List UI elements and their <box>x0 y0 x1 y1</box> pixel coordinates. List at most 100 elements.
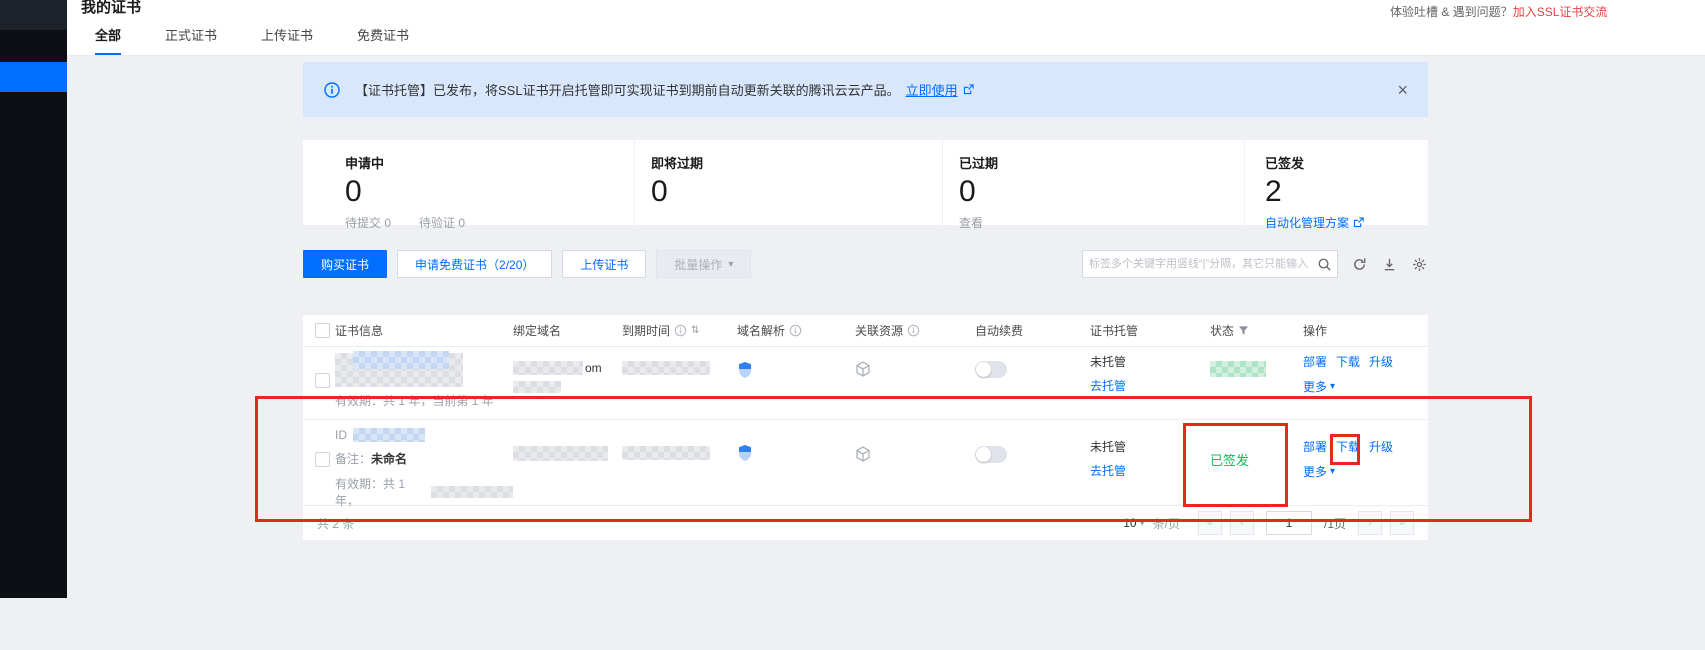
resource-cube-icon[interactable] <box>855 361 871 377</box>
stat-issued: 已签发 2 自动化管理方案 <box>1244 140 1428 231</box>
search-icon[interactable] <box>1315 255 1333 273</box>
tab-paid-certs[interactable]: 正式证书 <box>165 25 217 55</box>
sidebar-active-item[interactable] <box>0 62 67 92</box>
hosting-action-link[interactable]: 去托管 <box>1090 377 1210 394</box>
auto-renew-cell <box>975 420 1090 463</box>
auto-renew-toggle[interactable] <box>975 446 1007 463</box>
dns-shield-icon[interactable] <box>737 444 753 462</box>
dns-resolve-cell <box>737 347 855 384</box>
buy-cert-button[interactable]: 购买证书 <box>303 250 387 278</box>
row-checkbox[interactable] <box>315 373 330 388</box>
search-input[interactable] <box>1083 258 1315 270</box>
stats-panel: 申请中 0 待提交 0 待验证 0 即将过期 0 已过期 0 查看 已签发 2 … <box>303 140 1428 225</box>
toolbar: 购买证书 申请免费证书（2/20） 上传证书 批量操作 ▾ <box>303 250 1428 278</box>
dns-shield-icon[interactable] <box>737 361 753 379</box>
redacted-cert-logo <box>353 351 449 369</box>
upload-cert-button[interactable]: 上传证书 <box>562 250 646 278</box>
stat-value: 2 <box>1265 176 1428 208</box>
deploy-link[interactable]: 部署 <box>1303 353 1327 370</box>
search-area <box>1082 250 1428 278</box>
use-now-link[interactable]: 立即使用 <box>906 80 958 99</box>
stat-sub-pending-submit: 待提交 0 <box>345 214 391 231</box>
upgrade-link[interactable]: 升级 <box>1369 438 1393 455</box>
domain-cell <box>513 420 622 461</box>
col-status: 状态 <box>1210 322 1303 339</box>
total-count: 共 2 条 <box>317 515 354 532</box>
tab-free-certs[interactable]: 免费证书 <box>357 25 409 55</box>
col-label: 证书信息 <box>335 322 383 339</box>
join-ssl-group-link[interactable]: 加入SSL证书交流 <box>1513 5 1608 19</box>
info-icon[interactable] <box>789 324 802 337</box>
filter-icon[interactable] <box>1238 325 1249 336</box>
status-cell <box>1210 347 1303 377</box>
download-link[interactable]: 下载 <box>1336 353 1360 370</box>
prev-page-button[interactable]: ‹ <box>1230 511 1254 535</box>
redacted-expire-date <box>622 361 710 375</box>
more-link[interactable]: 更多 ▾ <box>1303 463 1335 480</box>
redacted-domain-extra <box>513 381 561 393</box>
more-link[interactable]: 更多 ▾ <box>1303 378 1335 395</box>
stat-applying: 申请中 0 待提交 0 待验证 0 <box>303 140 634 231</box>
tab-all[interactable]: 全部 <box>95 25 121 55</box>
hosting-info-banner: 【证书托管】已发布，将SSL证书开启托管即可实现证书到期前自动更新关联的腾讯云云… <box>303 62 1428 117</box>
col-label: 到期时间 <box>622 322 670 339</box>
upgrade-link[interactable]: 升级 <box>1369 353 1393 370</box>
stat-value: 0 <box>651 176 942 208</box>
page-size-unit: 条/页 <box>1153 515 1180 532</box>
redacted-cert-id <box>353 428 425 442</box>
download-link[interactable]: 下载 <box>1336 438 1360 455</box>
view-expired-link[interactable]: 查看 <box>959 214 1244 231</box>
page-number-input[interactable] <box>1266 511 1312 535</box>
info-icon[interactable] <box>674 324 687 337</box>
page-header: 我的证书 全部 正式证书 上传证书 免费证书 体验吐槽 & 遇到问题？加入SSL… <box>67 0 1705 56</box>
info-icon[interactable] <box>907 324 920 337</box>
caret-down-icon: ▾ <box>728 259 733 270</box>
associated-resource-cell <box>855 420 975 467</box>
redacted-status <box>1210 361 1266 377</box>
banner-message: 【证书托管】已发布，将SSL证书开启托管即可实现证书到期前自动更新关联的腾讯云云… <box>355 80 900 99</box>
cert-info-cell: ID 备注： 未命名 有效期：共 1 年， <box>335 420 513 517</box>
batch-actions-button[interactable]: 批量操作 ▾ <box>656 250 751 278</box>
external-link-icon <box>960 81 978 99</box>
batch-actions-label: 批量操作 <box>674 256 722 273</box>
download-icon[interactable] <box>1380 255 1398 273</box>
col-label: 域名解析 <box>737 322 785 339</box>
last-page-button[interactable]: » <box>1390 511 1414 535</box>
certificate-table: 证书信息 绑定域名 到期时间 ⇅ 域名解析 关联资源 自动续费 证书托管 状态 … <box>303 315 1428 540</box>
close-icon[interactable]: × <box>1397 81 1408 99</box>
automation-plan-link[interactable]: 自动化管理方案 <box>1265 214 1428 231</box>
apply-free-cert-button[interactable]: 申请免费证书（2/20） <box>397 250 552 278</box>
id-label: ID <box>335 428 347 442</box>
col-hosting: 证书托管 <box>1090 322 1210 339</box>
redacted-expire-date <box>622 446 710 460</box>
col-cert-info: 证书信息 <box>335 322 513 339</box>
expire-time-cell <box>622 420 737 460</box>
hosting-action-link[interactable]: 去托管 <box>1090 462 1210 479</box>
hosting-cell: 未托管 去托管 <box>1090 347 1210 394</box>
select-all-checkbox[interactable] <box>315 323 330 338</box>
status-cell: 已签发 <box>1210 420 1303 469</box>
table-row: 有效期：共 1 年，当前第 1 年 om 未托管 去托管 <box>303 347 1428 420</box>
col-auto-renew: 自动续费 <box>975 322 1090 339</box>
tab-uploaded-certs[interactable]: 上传证书 <box>261 25 313 55</box>
external-link-icon <box>1353 217 1364 228</box>
next-page-button[interactable]: › <box>1358 511 1382 535</box>
stat-title: 已过期 <box>959 153 1244 172</box>
stat-expired: 已过期 0 查看 <box>942 140 1244 231</box>
sort-icon[interactable]: ⇅ <box>691 325 699 336</box>
page-size-value: 10 <box>1123 516 1136 530</box>
col-label: 绑定域名 <box>513 322 561 339</box>
page-size-select[interactable]: 10 ▾ <box>1123 516 1144 530</box>
deploy-link[interactable]: 部署 <box>1303 438 1327 455</box>
col-associated-resources: 关联资源 <box>855 322 975 339</box>
row-checkbox[interactable] <box>315 452 330 467</box>
first-page-button[interactable]: « <box>1198 511 1222 535</box>
resource-cube-icon[interactable] <box>855 446 871 462</box>
more-label: 更多 <box>1303 378 1327 395</box>
refresh-icon[interactable] <box>1350 255 1368 273</box>
redacted-domain <box>513 446 608 461</box>
auto-renew-toggle[interactable] <box>975 361 1007 378</box>
gear-icon[interactable] <box>1410 255 1428 273</box>
col-actions: 操作 <box>1303 322 1428 339</box>
col-dns-resolve: 域名解析 <box>737 322 855 339</box>
